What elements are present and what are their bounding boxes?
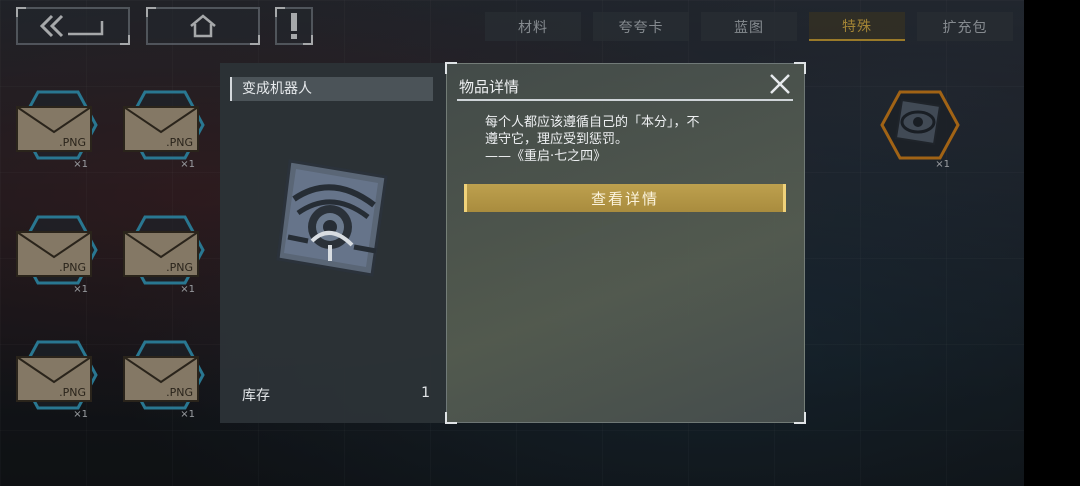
description-line: 遵守它，理应受到惩罚。 (485, 132, 629, 147)
screen-edge-bar (1024, 0, 1080, 486)
description-line: 每个人都应该遵循自己的「本分」，不 (485, 115, 700, 130)
title-divider (457, 99, 793, 101)
item-preview-panel: 变成机器人 库存 1 (220, 63, 446, 423)
frame-corner (794, 62, 806, 74)
stock-label: 库存 (242, 388, 270, 404)
item-name: 变成机器人 (230, 77, 433, 101)
view-details-button[interactable]: 查看详情 (464, 184, 786, 212)
item-description: 每个人都应该遵循自己的「本分」，不 遵守它，理应受到惩罚。 ——《重启·七之四》 (485, 114, 775, 165)
frame-corner (794, 412, 806, 424)
frame-corner (445, 62, 457, 74)
details-title: 物品详情 (459, 78, 520, 96)
item-detail-dialog: 变成机器人 库存 1 物品详情 每个人都应该遵循自己的「本分」，不 遵守它，理应… (220, 62, 806, 424)
robot-eye-badge-icon (276, 159, 388, 277)
close-x-icon (770, 74, 790, 94)
item-details-panel: 物品详情 每个人都应该遵循自己的「本分」，不 遵守它，理应受到惩罚。 ——《重启… (445, 62, 806, 424)
frame-corner (445, 412, 457, 424)
close-button[interactable] (768, 72, 792, 96)
description-quote-source: ——《重启·七之四》 (485, 149, 607, 164)
stock-value: 1 (421, 385, 430, 401)
game-screen: 材料 夸夸卡 蓝图 特殊 扩充包 .PNG ×1 .PNG ×1 .PNG ×1 .PNG ×… (0, 0, 1024, 486)
